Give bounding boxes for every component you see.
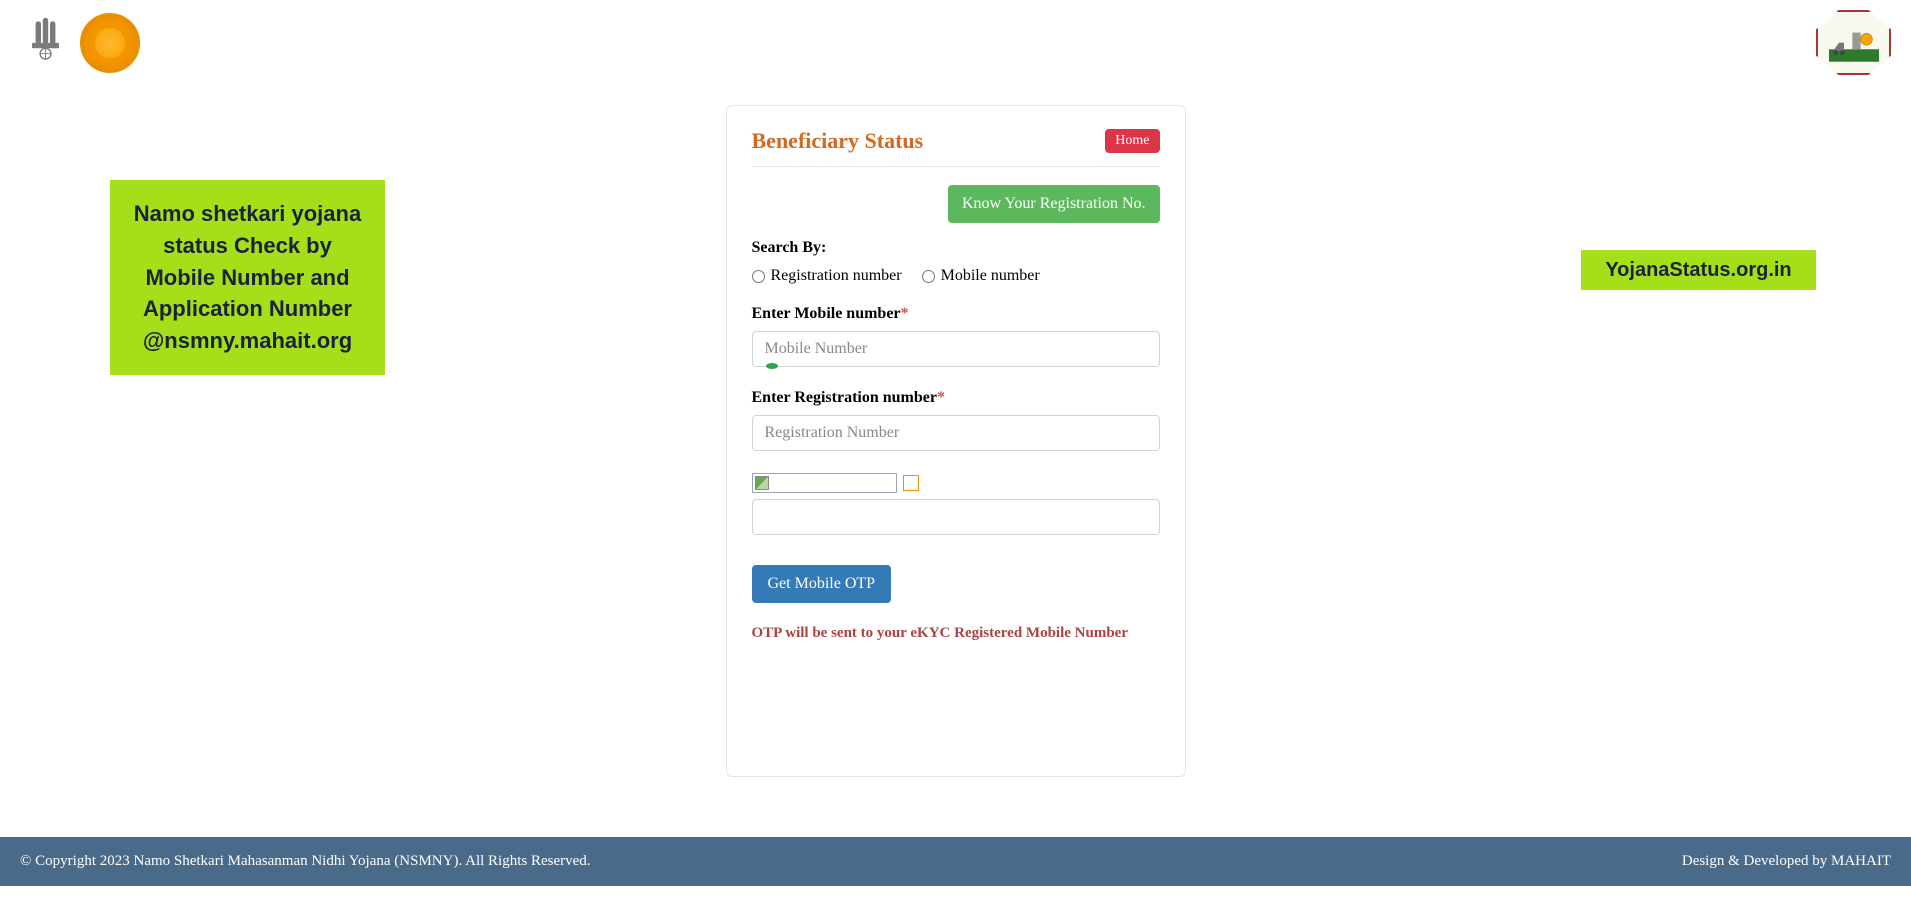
mobile-input-wrap [752,331,1160,367]
radio-option-registration[interactable]: Registration number [752,267,902,285]
mobile-label-text: Enter Mobile number [752,305,901,322]
captcha-image-row [752,473,1160,493]
mobile-field-group: Enter Mobile number* [752,305,1160,367]
validation-indicator-icon [766,363,778,369]
registration-field-group: Enter Registration number* [752,389,1160,451]
get-otp-button[interactable]: Get Mobile OTP [752,565,892,603]
page-header [0,0,1911,85]
search-by-label: Search By: [752,239,1160,257]
mobile-radio-label: Mobile number [941,267,1040,285]
required-asterisk: * [937,389,945,406]
left-banner-text: Namo shetkari yojana status Check by Mob… [130,198,365,357]
otp-info-note: OTP will be sent to your eKYC Registered… [752,625,1160,642]
india-emblem-icon [20,10,70,75]
mobile-number-input[interactable] [752,331,1160,367]
footer-credits: Design & Developed by MAHAIT [1682,853,1891,870]
footer-copyright: © Copyright 2023 Namo Shetkari Mahasanma… [20,853,591,870]
mobile-label: Enter Mobile number* [752,305,1160,323]
beneficiary-status-card: Beneficiary Status Home Know Your Regist… [726,105,1186,777]
search-by-radio-group: Registration number Mobile number [752,267,1160,285]
captcha-input[interactable] [752,499,1160,535]
broken-image-icon [755,476,769,490]
scheme-logo-icon [1816,10,1891,75]
registration-number-input[interactable] [752,415,1160,451]
registration-radio-label: Registration number [771,267,902,285]
right-banner-text: YojanaStatus.org.in [1605,259,1791,282]
mobile-radio[interactable] [922,270,935,283]
maharashtra-seal-icon [80,13,140,73]
card-header: Beneficiary Status Home [752,128,1160,167]
registration-label: Enter Registration number* [752,389,1160,407]
right-brand-banner: YojanaStatus.org.in [1581,250,1816,290]
required-asterisk: * [901,305,909,322]
page-footer: © Copyright 2023 Namo Shetkari Mahasanma… [0,837,1911,886]
card-title: Beneficiary Status [752,128,924,154]
registration-radio[interactable] [752,270,765,283]
captcha-image-placeholder [752,473,897,493]
left-info-banner: Namo shetkari yojana status Check by Mob… [110,180,385,375]
registration-label-text: Enter Registration number [752,389,937,406]
know-registration-row: Know Your Registration No. [752,185,1160,223]
home-button[interactable]: Home [1105,129,1159,153]
captcha-refresh-icon[interactable] [903,475,919,491]
main-content: Namo shetkari yojana status Check by Mob… [0,85,1911,837]
header-left-logos [20,10,140,75]
know-registration-button[interactable]: Know Your Registration No. [948,185,1160,223]
radio-option-mobile[interactable]: Mobile number [922,267,1040,285]
captcha-input-row [752,499,1160,535]
